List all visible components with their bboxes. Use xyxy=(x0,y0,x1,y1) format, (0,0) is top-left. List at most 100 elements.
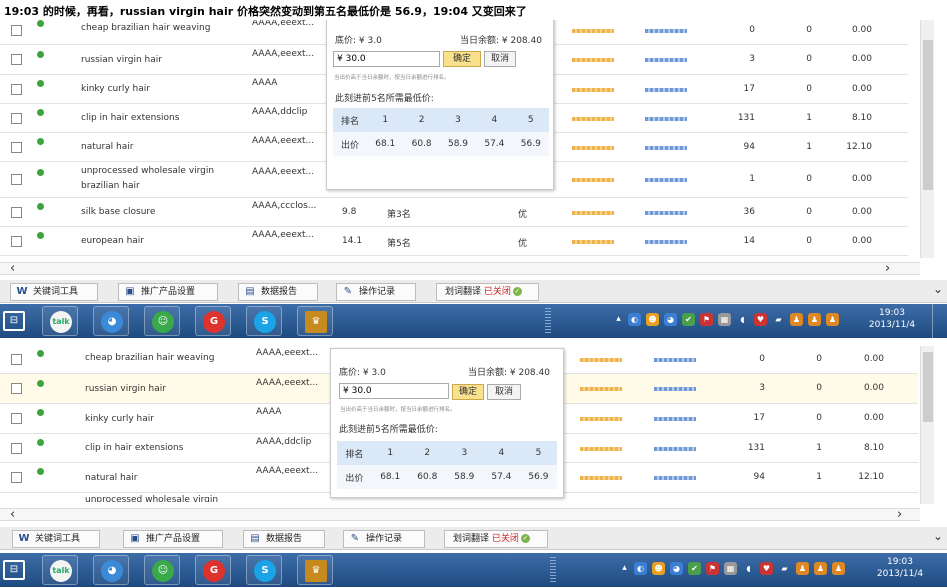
tray-flag-icon[interactable]: ⚑ xyxy=(700,313,713,326)
cancel-button[interactable]: 取消 xyxy=(487,384,521,400)
promo-settings-button[interactable]: ▣ 推广产品设置 xyxy=(123,530,223,548)
keyword-tool-button[interactable]: W 关键词工具 xyxy=(12,530,100,548)
orange-bar xyxy=(572,29,614,33)
tray-flag-icon[interactable]: ⚑ xyxy=(706,562,719,575)
tray-signal-icon[interactable]: ▰ xyxy=(778,562,791,575)
tray-arrow-icon[interactable]: ▴ xyxy=(612,313,625,326)
tray-heart-icon[interactable]: ♥ xyxy=(760,562,773,575)
row-checkbox[interactable] xyxy=(11,472,22,483)
collapse-icon[interactable]: ⌄ xyxy=(933,282,943,296)
op-log-button[interactable]: ✎ 操作记录 xyxy=(343,530,425,548)
row-checkbox[interactable] xyxy=(11,207,22,218)
tray-qq-icon[interactable]: ♟ xyxy=(826,313,839,326)
translate-toggle[interactable]: 划词翻译 已关闭 ✓ xyxy=(444,530,548,548)
translate-toggle[interactable]: 划词翻译 已关闭 ✓ xyxy=(436,283,539,301)
tray-qq-icon[interactable]: ♟ xyxy=(814,562,827,575)
scroll-thumb[interactable] xyxy=(923,352,933,422)
tray-volume-icon[interactable]: ◖ xyxy=(736,313,749,326)
row-checkbox[interactable] xyxy=(11,113,22,124)
start-button[interactable]: ⊟ xyxy=(0,555,30,585)
row-checkbox[interactable] xyxy=(11,413,22,424)
talk-app[interactable]: talk xyxy=(42,555,78,585)
tray-device-icon[interactable]: ▦ xyxy=(724,562,737,575)
bird-app[interactable]: ◕ xyxy=(93,306,129,336)
collapse-icon[interactable]: ⌄ xyxy=(933,529,943,543)
talk-app[interactable]: talk xyxy=(42,306,78,336)
row-checkbox[interactable] xyxy=(11,443,22,454)
keyword-text: silk base closure xyxy=(81,207,156,217)
confirm-button[interactable]: 确定 xyxy=(452,384,484,400)
scroll-thumb[interactable] xyxy=(923,40,933,190)
tray-qq-icon[interactable]: ♟ xyxy=(796,562,809,575)
tray-qq-icon[interactable]: ♟ xyxy=(790,313,803,326)
scroll-right-icon[interactable]: › xyxy=(885,261,890,276)
clock[interactable]: 19:03 2013/11/4 xyxy=(870,556,930,580)
tray-smiley-icon[interactable]: ☻ xyxy=(652,562,665,575)
scroll-right-icon[interactable]: › xyxy=(897,507,902,522)
buddha-app[interactable]: ♛ xyxy=(297,306,333,336)
taskbar-grip[interactable] xyxy=(545,308,551,334)
tray-shield-icon[interactable]: ✔ xyxy=(682,313,695,326)
orange-bar xyxy=(580,387,622,391)
show-desktop-button[interactable] xyxy=(932,304,942,338)
clock[interactable]: 19:03 2013/11/4 xyxy=(862,307,922,331)
skype-app[interactable]: S xyxy=(246,306,282,336)
tray-network-icon[interactable]: ◐ xyxy=(634,562,647,575)
tray-heart-icon[interactable]: ♥ xyxy=(754,313,767,326)
table-row[interactable]: silk base closure AAAA,ccclos... 9.8 第3名 优 36… xyxy=(0,198,908,227)
row-checkbox[interactable] xyxy=(11,236,22,247)
start-button[interactable]: ⊟ xyxy=(0,306,30,336)
row-checkbox[interactable] xyxy=(11,25,22,36)
tray-device-icon[interactable]: ▦ xyxy=(718,313,731,326)
keyword-tool-button[interactable]: W 关键词工具 xyxy=(10,283,98,301)
people-app[interactable]: ☺ xyxy=(144,306,180,336)
row-checkbox[interactable] xyxy=(11,142,22,153)
bid-input[interactable] xyxy=(339,383,449,399)
tray-volume-icon[interactable]: ◖ xyxy=(742,562,755,575)
bid-value[interactable]: 14.1 xyxy=(342,236,362,246)
tray-signal-icon[interactable]: ▰ xyxy=(772,313,785,326)
tray-bird-icon[interactable]: ◕ xyxy=(670,562,683,575)
impressions-value: 131 xyxy=(737,113,755,123)
row-checkbox[interactable] xyxy=(11,383,22,394)
clicks-value: 0 xyxy=(806,236,812,246)
bid-value[interactable]: 9.8 xyxy=(342,207,356,217)
clock-date: 2013/11/4 xyxy=(868,320,916,330)
clicks-value: 1 xyxy=(816,443,822,453)
vertical-scrollbar[interactable] xyxy=(920,346,934,504)
g-app[interactable]: G xyxy=(195,306,231,336)
data-report-button[interactable]: ▤ 数据报告 xyxy=(238,283,318,301)
cancel-button[interactable]: 取消 xyxy=(484,51,516,67)
data-report-button[interactable]: ▤ 数据报告 xyxy=(243,530,325,548)
buddha-app[interactable]: ♛ xyxy=(297,555,333,585)
bird-app[interactable]: ◕ xyxy=(93,555,129,585)
row-checkbox[interactable] xyxy=(11,54,22,65)
skype-app[interactable]: S xyxy=(246,555,282,585)
cost-value: 0.00 xyxy=(851,236,872,246)
buddha-icon: ♛ xyxy=(305,560,327,582)
tray-bird-icon[interactable]: ◕ xyxy=(664,313,677,326)
row-checkbox[interactable] xyxy=(11,354,22,365)
row-checkbox[interactable] xyxy=(11,174,22,185)
confirm-button[interactable]: 确定 xyxy=(443,51,481,67)
row-checkbox[interactable] xyxy=(11,84,22,95)
horizontal-scrollbar[interactable]: ‹ › xyxy=(0,261,920,276)
tray-qq-icon[interactable]: ♟ xyxy=(808,313,821,326)
scroll-left-icon[interactable]: ‹ xyxy=(10,261,15,276)
tray-shield-icon[interactable]: ✔ xyxy=(688,562,701,575)
scroll-left-icon[interactable]: ‹ xyxy=(10,507,15,522)
keyword-tool-label: 关键词工具 xyxy=(33,287,79,297)
people-app[interactable]: ☺ xyxy=(144,555,180,585)
vertical-scrollbar[interactable] xyxy=(920,20,934,258)
tray-arrow-icon[interactable]: ▴ xyxy=(618,562,631,575)
g-app[interactable]: G xyxy=(195,555,231,585)
tray-qq-icon[interactable]: ♟ xyxy=(832,562,845,575)
table-row[interactable]: european hair AAAA,eeext... 14.1 第5名 优 14 0 0.0… xyxy=(0,227,908,256)
tray-smiley-icon[interactable]: ☻ xyxy=(646,313,659,326)
taskbar-grip[interactable] xyxy=(550,557,556,583)
promo-settings-button[interactable]: ▣ 推广产品设置 xyxy=(118,283,218,301)
op-log-button[interactable]: ✎ 操作记录 xyxy=(336,283,416,301)
bid-input[interactable] xyxy=(333,51,440,67)
tray-network-icon[interactable]: ◐ xyxy=(628,313,641,326)
horizontal-scrollbar[interactable]: ‹ › xyxy=(0,507,920,522)
